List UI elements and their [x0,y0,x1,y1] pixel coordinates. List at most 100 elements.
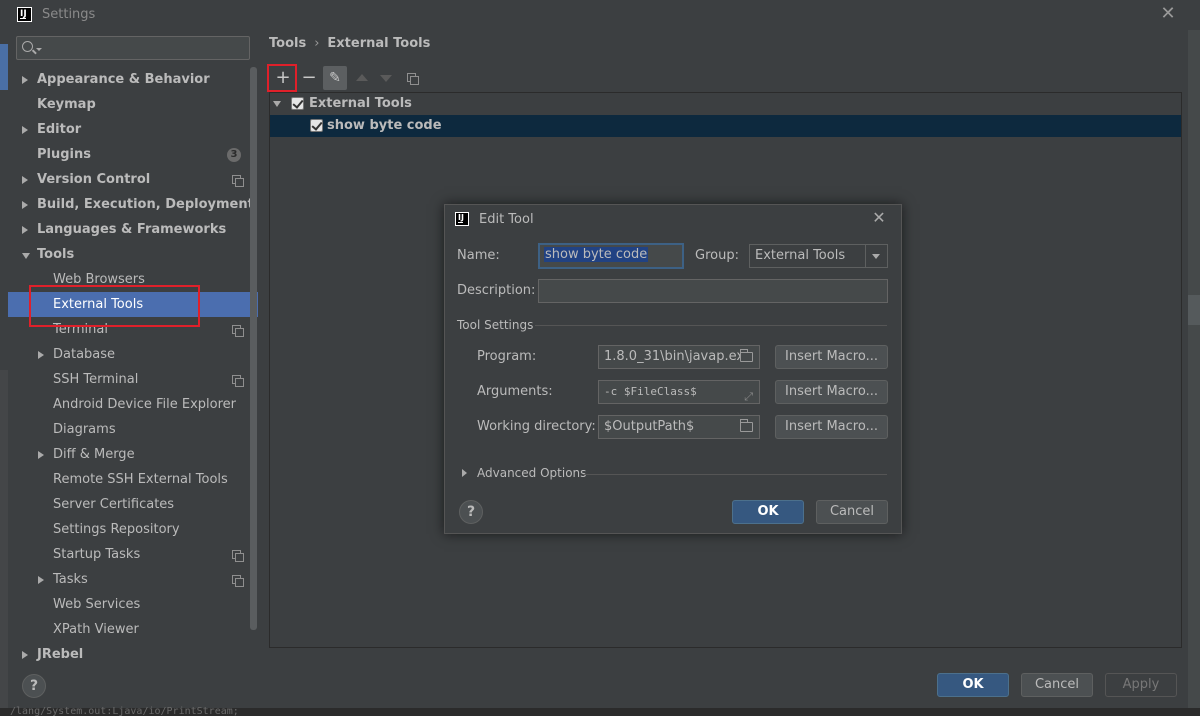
chevron-right-icon[interactable] [22,651,28,659]
expand-down-icon[interactable] [273,101,281,107]
dialog-cancel-button[interactable]: Cancel [816,500,888,524]
sidebar-item-label: Keymap [37,97,96,112]
advanced-options-toggle[interactable]: Advanced Options [477,466,586,480]
sidebar-item-label: Remote SSH External Tools [53,472,228,487]
name-label: Name: [457,248,500,263]
sidebar-item-remote-ssh-external-tools[interactable]: Remote SSH External Tools [8,467,258,492]
search-icon [22,41,42,52]
sidebar-item-xpath-viewer[interactable]: XPath Viewer [8,617,258,642]
dialog-ok-button[interactable]: OK [732,500,804,524]
breadcrumb: Tools › External Tools [269,36,430,51]
name-field[interactable]: show byte code [538,243,684,269]
insert-macro-arguments-button[interactable]: Insert Macro... [775,380,888,404]
move-down-icon[interactable] [380,75,392,82]
folder-icon[interactable] [740,419,753,432]
chevron-right-icon[interactable] [22,201,28,209]
move-up-icon[interactable] [356,74,368,81]
chevron-right-icon[interactable] [38,576,44,584]
sidebar-item-server-certificates[interactable]: Server Certificates [8,492,258,517]
sidebar-item-keymap[interactable]: Keymap [8,92,258,117]
tree-row-tool[interactable]: show byte code [269,115,1182,137]
tree-row-group[interactable]: External Tools [269,93,1182,115]
sidebar-item-appearance-behavior[interactable]: Appearance & Behavior [8,67,258,92]
program-field[interactable]: 1.8.0_31\bin\javap.exe [598,345,760,369]
name-value: show byte code [544,247,649,262]
chevron-down-icon[interactable] [22,253,30,259]
arguments-field[interactable]: -c $FileClass$ ⤢ [598,380,760,404]
sidebar-item-label: SSH Terminal [53,372,139,387]
app-logo-icon: IJ [17,7,32,22]
dialog-help-button[interactable]: ? [459,500,483,524]
sidebar-item-label: Database [53,347,116,362]
close-window-icon[interactable]: ✕ [1160,4,1176,24]
project-level-icon [232,375,244,387]
folder-icon[interactable] [740,349,753,362]
sidebar-item-label: Server Certificates [53,497,175,512]
tool-settings-section: Tool Settings [457,318,534,332]
sidebar-item-android-device-file-explorer[interactable]: Android Device File Explorer [8,392,258,417]
sidebar-item-editor[interactable]: Editor [8,117,258,142]
chevron-right-icon[interactable] [22,126,28,134]
sidebar-item-jrebel[interactable]: JRebel [8,642,258,667]
chevron-right-icon[interactable] [38,451,44,459]
sidebar-item-label: Diff & Merge [53,447,135,462]
sidebar-item-label: Android Device File Explorer [53,397,236,412]
sidebar-item-database[interactable]: Database [8,342,258,367]
plugins-update-badge: 3 [227,148,241,162]
sidebar-item-ssh-terminal[interactable]: SSH Terminal [8,367,258,392]
tool-checkbox[interactable] [310,119,323,132]
background-ide-bottom: /lang/System.out:Ljava/io/PrintStream; [0,706,1200,716]
arguments-value: -c $FileClass$ [604,385,697,398]
sidebar-item-label: Settings Repository [53,522,180,537]
group-checkbox[interactable] [291,97,304,110]
help-button[interactable]: ? [22,674,46,698]
sidebar-item-diagrams[interactable]: Diagrams [8,417,258,442]
cancel-button[interactable]: Cancel [1021,673,1093,697]
apply-button[interactable]: Apply [1105,673,1177,697]
breadcrumb-separator: › [314,36,320,51]
description-field[interactable] [538,279,888,303]
dialog-title: Edit Tool [479,212,534,227]
chevron-down-icon[interactable] [865,245,887,267]
sidebar-scrollbar[interactable] [250,67,257,630]
advanced-divider [583,474,887,475]
search-input[interactable] [43,39,243,57]
sidebar-item-plugins[interactable]: Plugins 3 [8,142,258,167]
chevron-right-icon[interactable] [22,226,28,234]
sidebar-item-version-control[interactable]: Version Control [8,167,258,192]
chevron-right-icon[interactable] [22,176,28,184]
dialog-close-icon[interactable]: ✕ [870,209,888,227]
edit-tool-dialog: IJ Edit Tool ✕ Name: show byte code Grou… [444,204,902,534]
sidebar-item-startup-tasks[interactable]: Startup Tasks [8,542,258,567]
group-combo[interactable]: External Tools [749,244,888,268]
insert-macro-program-button[interactable]: Insert Macro... [775,345,888,369]
workdir-field[interactable]: $OutputPath$ [598,415,760,439]
ok-button[interactable]: OK [937,673,1009,697]
sidebar-item-build-execution-deployment[interactable]: Build, Execution, Deployment [8,192,258,217]
sidebar-item-tasks[interactable]: Tasks [8,567,258,592]
chevron-right-icon[interactable] [22,76,28,84]
chevron-right-icon[interactable] [38,351,44,359]
sidebar-item-label: Build, Execution, Deployment [37,197,254,212]
sidebar-item-tools[interactable]: Tools [8,242,258,267]
edit-tool-button[interactable]: ✎ [323,66,347,90]
insert-macro-workdir-button[interactable]: Insert Macro... [775,415,888,439]
project-level-icon [232,550,244,562]
sidebar-item-settings-repository[interactable]: Settings Repository [8,517,258,542]
description-label: Description: [457,283,536,298]
sidebar-item-label: Plugins [37,147,91,162]
remove-tool-button[interactable]: − [297,66,321,90]
expand-icon[interactable]: ⤢ [744,386,753,403]
sidebar-item-web-services[interactable]: Web Services [8,592,258,617]
dialog-logo-icon: IJ [455,212,469,226]
expand-right-icon[interactable] [462,469,467,477]
sidebar-item-languages-frameworks[interactable]: Languages & Frameworks [8,217,258,242]
tool-label: show byte code [327,118,442,133]
sidebar-item-diff-merge[interactable]: Diff & Merge [8,442,258,467]
background-ide-left [0,30,8,716]
copy-icon [407,73,419,85]
copy-tool-button[interactable] [405,71,419,85]
group-value: External Tools [755,248,846,263]
settings-tree: Appearance & Behavior Keymap Editor Plugins… [8,67,258,667]
settings-search[interactable] [16,36,250,60]
